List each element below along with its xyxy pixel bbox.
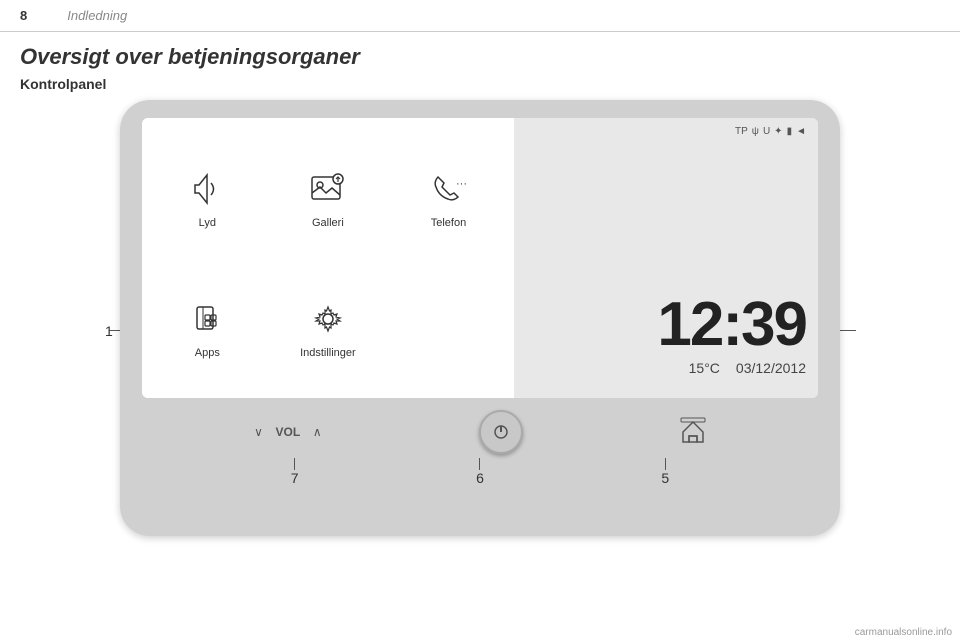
app-lyd[interactable]: Lyd bbox=[152, 138, 263, 258]
apps-icon bbox=[185, 297, 229, 341]
ref-number-1: 1 bbox=[105, 323, 113, 339]
svg-text:···: ··· bbox=[456, 178, 467, 190]
lyd-icon bbox=[185, 167, 229, 211]
ref-number-6: 6 bbox=[476, 470, 484, 486]
indstillinger-icon bbox=[306, 297, 350, 341]
indstillinger-label: Indstillinger bbox=[300, 347, 356, 359]
bottom-ref-numbers: 7 6 5 bbox=[142, 454, 818, 486]
clock-time: 12:39 bbox=[657, 294, 806, 356]
vol-up-button[interactable]: ∧ bbox=[306, 421, 328, 443]
usb-icon: U bbox=[763, 126, 770, 137]
ref-6-area: 6 bbox=[476, 458, 484, 486]
section-title: Oversigt over betjeningsorganer bbox=[0, 32, 960, 74]
galleri-icon bbox=[306, 167, 350, 211]
bluetooth-icon: ✦ bbox=[774, 126, 782, 137]
status-bar: TP ψ U ✦ ▮ ◄ bbox=[526, 126, 806, 137]
page-header: 8 Indledning bbox=[0, 0, 960, 32]
power-button[interactable] bbox=[479, 410, 523, 454]
temperature: 15°C bbox=[689, 360, 720, 376]
tp-status: TP bbox=[735, 126, 748, 137]
ref-5-area: 5 bbox=[661, 458, 669, 486]
volume-icon: ◄ bbox=[796, 126, 806, 137]
app-telefon[interactable]: ··· Telefon bbox=[393, 138, 504, 258]
screen-apps-panel: Lyd Galleri bbox=[142, 118, 514, 398]
vol-label: VOL bbox=[276, 425, 301, 439]
ref-number-7: 7 bbox=[291, 470, 299, 486]
apps-label: Apps bbox=[195, 347, 220, 359]
clock-details: 15°C 03/12/2012 bbox=[689, 360, 806, 376]
clock-area: 12:39 15°C 03/12/2012 bbox=[526, 294, 806, 386]
app-galleri[interactable]: Galleri bbox=[273, 138, 384, 258]
device-bottom-controls: ∨ VOL ∧ bbox=[142, 398, 818, 454]
signal-icon: ψ bbox=[752, 126, 759, 137]
lyd-label: Lyd bbox=[199, 217, 216, 229]
screen-clock-panel: TP ψ U ✦ ▮ ◄ 12:39 15°C 03/12/2012 bbox=[514, 118, 818, 398]
telefon-label: Telefon bbox=[431, 217, 466, 229]
device-screen: Lyd Galleri bbox=[142, 118, 818, 398]
app-indstillinger[interactable]: Indstillinger bbox=[273, 268, 384, 388]
vol-control: ∨ VOL ∧ bbox=[248, 421, 329, 443]
page-number: 8 bbox=[20, 8, 27, 23]
section-subtitle: Kontrolpanel bbox=[0, 74, 960, 100]
telefon-icon: ··· bbox=[426, 167, 470, 211]
main-content: 1 2 3 4 bbox=[0, 100, 960, 536]
home-button[interactable] bbox=[674, 413, 712, 451]
page-title-header: Indledning bbox=[67, 8, 127, 23]
device: Lyd Galleri bbox=[120, 100, 840, 536]
galleri-label: Galleri bbox=[312, 217, 344, 229]
app-apps[interactable]: Apps bbox=[152, 268, 263, 388]
date: 03/12/2012 bbox=[736, 360, 806, 376]
watermark: carmanualsonline.info bbox=[855, 627, 952, 638]
vol-down-button[interactable]: ∨ bbox=[248, 421, 270, 443]
ref-7-area: 7 bbox=[291, 458, 299, 486]
battery-icon: ▮ bbox=[787, 126, 793, 137]
ref-number-5: 5 bbox=[661, 470, 669, 486]
